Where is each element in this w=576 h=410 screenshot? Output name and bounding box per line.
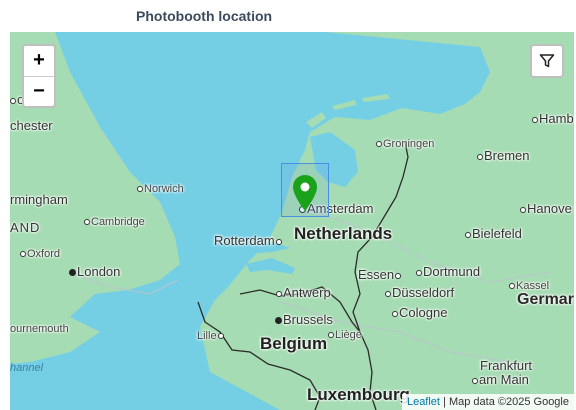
place-cambridge: Cambridge xyxy=(84,215,145,229)
place-germany: Germar xyxy=(517,291,574,308)
zoom-out-button[interactable]: − xyxy=(24,76,54,106)
place-lille: Lille xyxy=(197,329,225,343)
place-channel: hannel xyxy=(10,362,44,374)
place-luxembourg: Luxembourg xyxy=(307,385,410,404)
city-dot-icon xyxy=(532,116,538,123)
place-hamburg: Hamb xyxy=(532,112,574,126)
city-dot-icon xyxy=(376,141,382,148)
place-essen: Essen xyxy=(358,268,402,282)
place-birmingham: rmingham xyxy=(10,192,68,207)
capital-dot-icon xyxy=(69,269,76,277)
city-dot-icon xyxy=(416,269,422,276)
city-dot-icon xyxy=(477,153,483,160)
place-manchester: chester xyxy=(10,118,53,133)
city-dot-icon xyxy=(84,219,90,226)
place-brussels: Brussels xyxy=(275,313,333,327)
place-hannover: Hanove xyxy=(520,202,572,216)
city-dot-icon xyxy=(275,238,282,245)
map-container[interactable]: ol chester rmingham AND ournemouth hanne… xyxy=(10,32,574,410)
map-attribution: Leaflet | Map data ©2025 Google xyxy=(401,394,574,410)
place-bielefeld: Bielefeld xyxy=(465,227,522,241)
place-rotterdam: Rotterdam xyxy=(214,234,283,248)
city-dot-icon xyxy=(137,186,143,193)
place-frankfurt-line2: am Main xyxy=(472,373,529,387)
place-bournemouth: ournemouth xyxy=(10,323,69,335)
city-dot-icon xyxy=(328,332,334,339)
place-groningen: Groningen xyxy=(376,137,434,151)
place-liege: Liège xyxy=(328,328,362,342)
city-dot-icon xyxy=(395,272,402,279)
attribution-separator: | xyxy=(439,396,449,408)
place-frankfurt: Frankfurt xyxy=(480,358,533,373)
city-dot-icon xyxy=(20,251,26,258)
widget-title: Photobooth location xyxy=(136,8,273,24)
place-oxford: Oxford xyxy=(20,247,60,261)
place-antwerp: Antwerp xyxy=(276,286,331,300)
place-england: AND xyxy=(10,220,41,235)
zoom-control: + − xyxy=(22,44,56,108)
city-dot-icon xyxy=(392,310,398,317)
place-dortmund: Dortmund xyxy=(416,265,480,279)
city-dot-icon xyxy=(509,283,515,290)
city-dot-icon xyxy=(10,97,16,104)
filter-icon xyxy=(539,54,555,68)
place-bremen: Bremen xyxy=(477,149,530,163)
filter-button[interactable] xyxy=(530,44,564,78)
place-norwich: Norwich xyxy=(137,182,184,196)
location-marker-icon[interactable] xyxy=(292,174,318,212)
city-dot-icon xyxy=(465,231,471,238)
zoom-in-button[interactable]: + xyxy=(24,46,54,76)
place-cologne: Cologne xyxy=(392,306,447,320)
city-dot-icon xyxy=(276,290,282,297)
city-dot-icon xyxy=(520,206,526,213)
place-belgium: Belgium xyxy=(260,334,328,353)
city-dot-icon xyxy=(472,377,478,384)
city-dot-icon xyxy=(385,290,391,297)
city-dot-icon xyxy=(217,333,224,340)
place-netherlands: Netherlands xyxy=(294,224,393,243)
leaflet-link[interactable]: Leaflet xyxy=(407,396,440,408)
place-dusseldorf: Düsseldorf xyxy=(385,286,454,300)
capital-dot-icon xyxy=(275,317,282,325)
place-london: London xyxy=(69,265,120,279)
attribution-text: Map data ©2025 Google xyxy=(448,396,569,408)
